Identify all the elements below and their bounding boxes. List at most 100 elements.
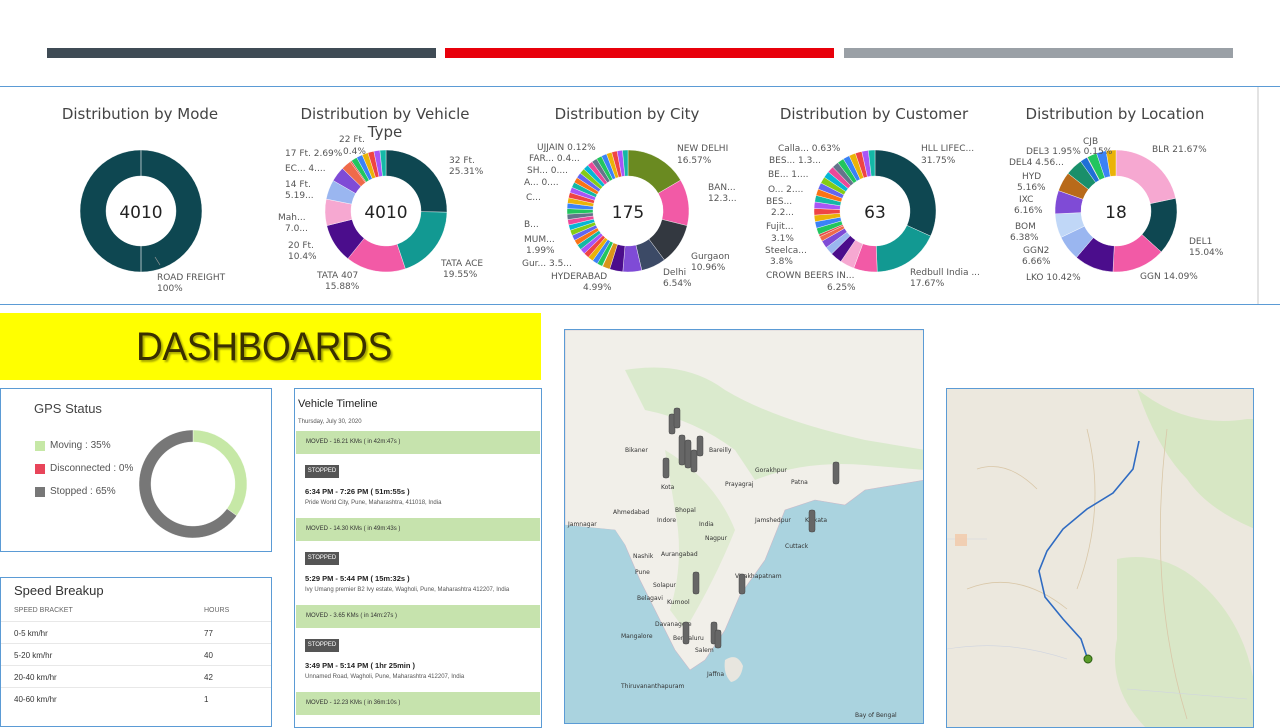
vehicle-label: 17 Ft. 2.69%	[285, 149, 343, 159]
table-row: 40-60 km/hr 1	[1, 687, 271, 709]
customer-label: 3.1%	[771, 234, 794, 244]
customer-label: 31.75%	[921, 156, 956, 166]
gps-donut-svg	[138, 429, 248, 539]
customer-donut-svg: 63 Calla... 0.63% BES... 1.3... BE... 1.…	[765, 144, 980, 293]
table-row: 5-20 km/hr 40	[1, 643, 271, 665]
city-label: 10.96%	[691, 263, 726, 273]
city-label: BAN...	[708, 183, 736, 193]
city-label: UJJAIN 0.12%	[537, 143, 596, 153]
customer-total: 63	[864, 203, 886, 223]
stop-address: Unnamed Road, Wagholi, Pune, Maharashtra…	[305, 674, 465, 680]
vehicle-label: 25.31%	[449, 167, 484, 177]
india-fleet-map[interactable]: Bikaner Bareilly Gorakhpur Kota Prayagra…	[564, 329, 924, 724]
moved-segment[interactable]: MOVED - 14.30 KMs ( in 49m:43s )	[296, 518, 540, 541]
route-map-svg	[947, 389, 1253, 727]
location-label: GGN 14.09%	[1140, 272, 1198, 282]
location-label: CJB	[1083, 137, 1098, 147]
top-accent-bar-grey	[844, 48, 1233, 58]
chart-distribution-by-location[interactable]: Distribution by Location 18 CJB DEL3 1.9…	[1009, 87, 1224, 304]
map-label: Aurangabad	[661, 551, 698, 558]
customer-label: 17.67%	[910, 279, 945, 289]
mode-total: 4010	[119, 203, 162, 223]
distribution-charts-panel: Distribution by Mode 4010 ROAD FREIGHT 1…	[0, 86, 1280, 305]
location-label: 6.38%	[1010, 233, 1039, 243]
gps-status-card: GPS Status Moving : 35% Disconnected : 0…	[0, 388, 272, 552]
customer-label: HLL LIFEC...	[921, 144, 974, 154]
city-label: A... 0....	[524, 178, 559, 188]
moved-segment[interactable]: MOVED - 12.23 KMs ( in 36m:10s )	[296, 692, 540, 715]
location-label: IXC	[1019, 195, 1033, 205]
customer-label: O... 2....	[768, 185, 803, 195]
panel-scrollbar[interactable]	[1257, 87, 1259, 304]
chart-distribution-by-customer[interactable]: Distribution by Customer 63 Calla... 0.6…	[765, 87, 980, 304]
vehicle-label: 14 Ft.	[285, 180, 311, 190]
city-total: 175	[612, 203, 644, 223]
col-hours: HOURS	[204, 607, 230, 614]
location-label: BLR 21.67%	[1152, 145, 1207, 155]
hours-cell: 42	[204, 673, 213, 682]
hours-cell: 77	[204, 629, 213, 638]
vehicle-label: 0.4%	[343, 147, 366, 157]
location-label: 5.16%	[1017, 183, 1046, 193]
vehicle-label: 10.4%	[288, 252, 317, 262]
customer-label: 6.25%	[827, 283, 856, 293]
location-total: 18	[1105, 203, 1127, 223]
stopped-badge: STOPPED	[305, 465, 339, 478]
map-label: Bhopal	[675, 507, 696, 514]
vehicle-label: 20 Ft.	[288, 241, 314, 251]
map-label: Bareilly	[709, 447, 732, 454]
dashboards-banner: DASHBOARDS	[0, 313, 541, 380]
donut-slice[interactable]	[876, 225, 931, 273]
vehicle-label: EC... 4....	[285, 164, 326, 174]
location-label: DEL3 1.95% 0.15%	[1026, 147, 1113, 157]
map-label: Solapur	[653, 582, 676, 589]
vehicle-route-map[interactable]	[946, 388, 1254, 728]
stop-time: 3:49 PM - 5:14 PM ( 1hr 25min )	[305, 661, 416, 670]
stop-time: 6:34 PM - 7:26 PM ( 51m:55s )	[305, 487, 410, 496]
map-label: Kolkata	[805, 517, 827, 524]
map-label: Thiruvananthapuram	[620, 683, 685, 690]
city-label: 4.99%	[583, 283, 612, 293]
customer-label: Fujit...	[766, 222, 794, 232]
vehicle-label: 7.0...	[285, 224, 308, 234]
map-label: Bikaner	[625, 447, 648, 454]
customer-label: Redbull India ...	[910, 268, 980, 278]
city-label: B...	[524, 220, 539, 230]
top-accent-bar-dark	[47, 48, 436, 58]
map-label: Salem	[695, 647, 714, 654]
city-label: Gur... 3.5...	[522, 259, 572, 269]
donut-slice[interactable]	[1115, 149, 1176, 204]
map-label: Cuttack	[785, 543, 809, 550]
chart-distribution-by-city[interactable]: Distribution by City 175 UJJAIN 0.12% FA…	[522, 87, 737, 304]
city-label: MUM...	[524, 235, 555, 245]
map-label: Pune	[635, 569, 650, 576]
map-label: Prayagraj	[725, 481, 754, 488]
moved-segment[interactable]: MOVED - 16.21 KMs ( in 42m:47s )	[296, 431, 540, 454]
vehicle-timeline-card[interactable]: Vehicle Timeline Thursday, July 30, 2020…	[294, 388, 542, 728]
location-label: HYD	[1022, 172, 1041, 182]
location-label: DEL4 4.56...	[1009, 158, 1064, 168]
vehicle-position-marker[interactable]	[1083, 654, 1093, 664]
customer-label: Steelca...	[765, 246, 807, 256]
speed-bracket-cell: 20-40 km/hr	[14, 673, 57, 682]
chart-distribution-by-mode[interactable]: Distribution by Mode 4010 ROAD FREIGHT 1…	[40, 87, 240, 304]
moved-segment[interactable]: MOVED - 3.65 KMs ( in 14m:27s )	[296, 605, 540, 628]
location-label: LKO 10.42%	[1026, 273, 1081, 283]
city-label: Gurgaon	[691, 252, 730, 262]
map-label: Ahmedabad	[613, 509, 649, 516]
chart-distribution-by-vehicle-type[interactable]: Distribution by Vehicle Type 4010 22 Ft.…	[278, 87, 485, 304]
stop-address: Pride World City, Pune, Maharashtra, 411…	[305, 500, 442, 506]
customer-label: Calla... 0.63%	[778, 144, 841, 154]
city-label: C...	[526, 193, 541, 203]
vehicle-label: Mah...	[278, 213, 306, 223]
vehicle-label: 19.55%	[443, 270, 478, 280]
city-label: 16.57%	[677, 156, 712, 166]
city-label: Delhi	[663, 268, 686, 278]
map-label: Mangalore	[621, 633, 653, 640]
vehicle-label: TATA 407	[316, 271, 358, 281]
vehicle-donut-svg: 4010 22 Ft. 0.4% 17 Ft. 2.69% EC... 4...…	[278, 135, 484, 292]
location-label: DEL1	[1189, 237, 1212, 247]
donut-slice[interactable]	[192, 429, 248, 517]
banner-title: DASHBOARDS	[136, 325, 392, 369]
vehicle-label: 15.88%	[325, 282, 360, 292]
